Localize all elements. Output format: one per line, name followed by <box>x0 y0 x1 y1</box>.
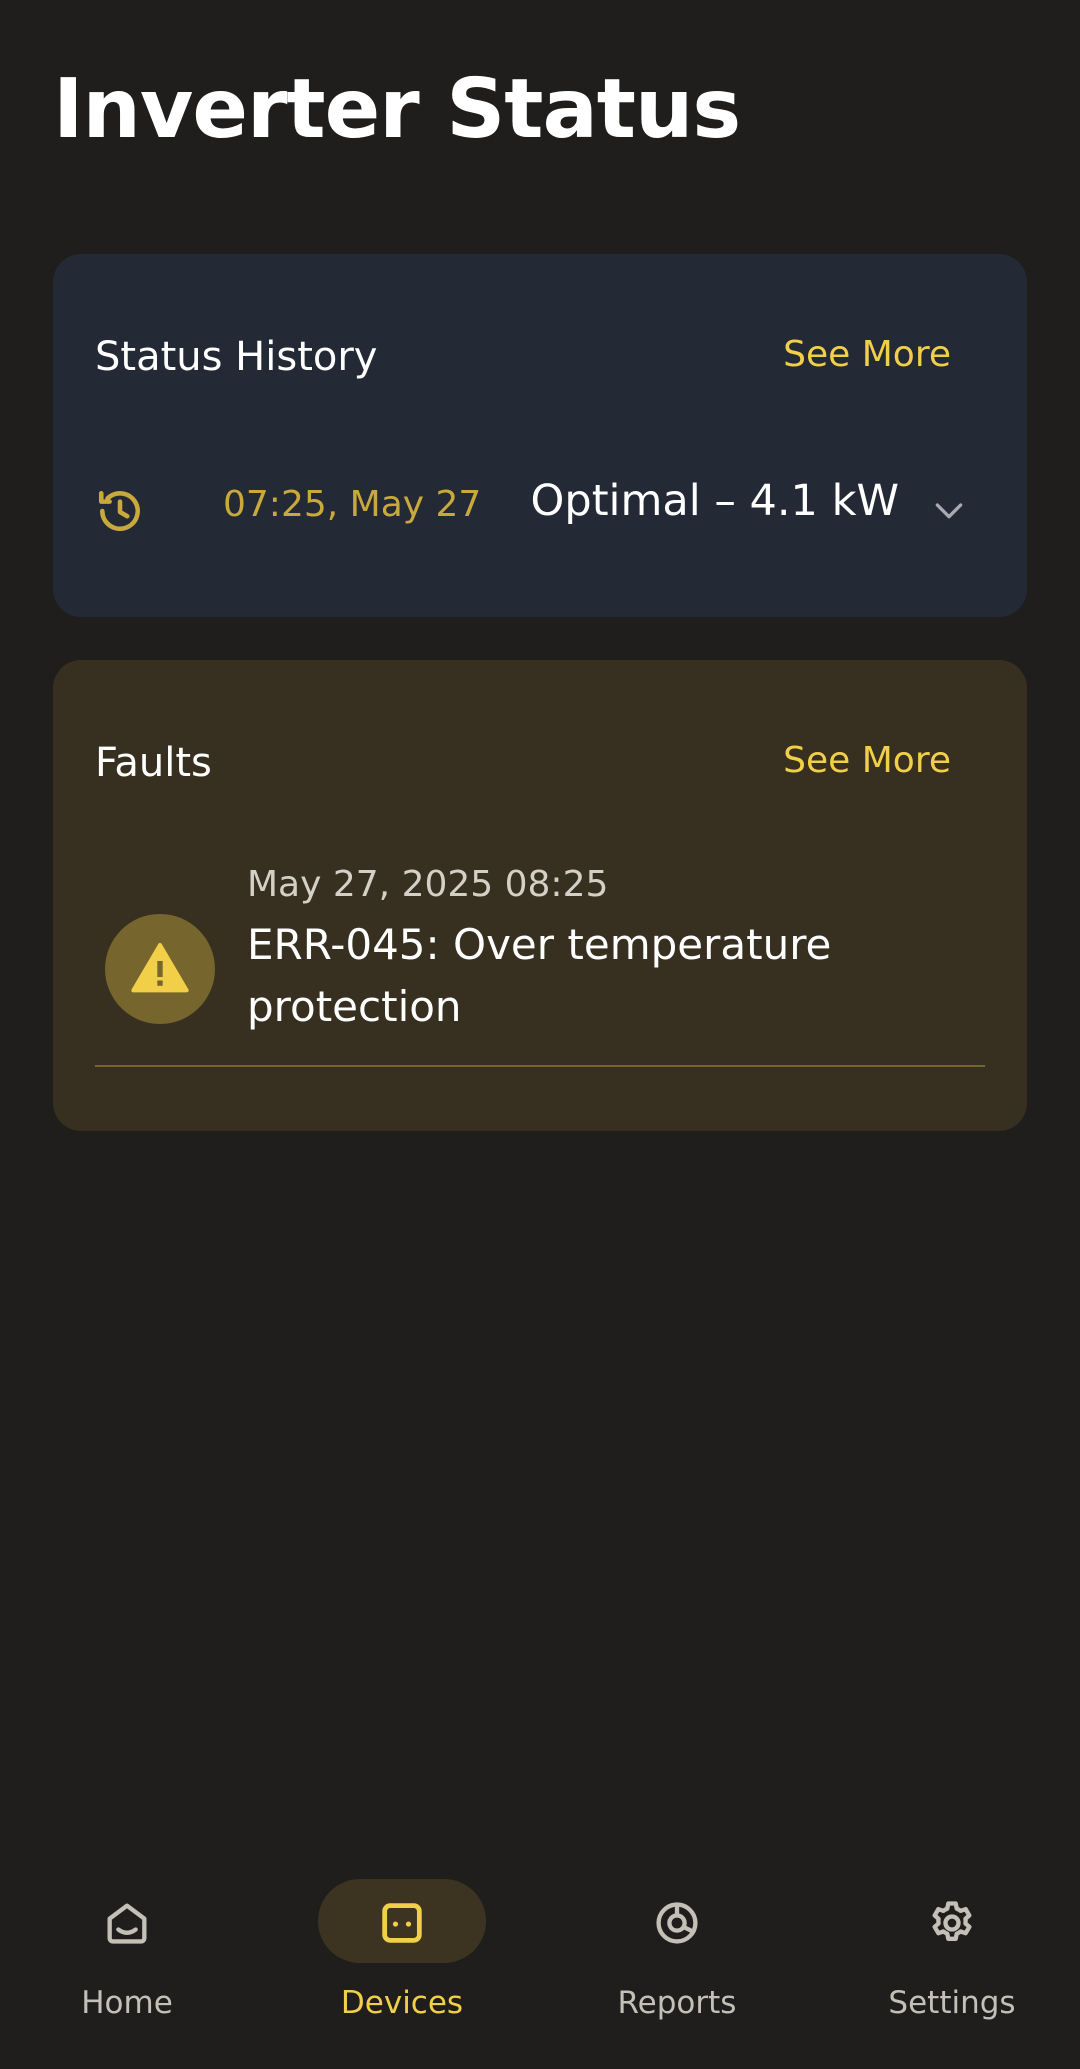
history-entry-status: Optimal – 4.1 kW <box>530 476 899 526</box>
gear-icon <box>932 1901 972 1941</box>
faults-card: Faults See More May 27, 2025 08:25 ERR-0… <box>53 660 1027 1131</box>
status-history-title: Status History <box>95 334 378 380</box>
nav-item-settings[interactable]: Settings <box>852 1879 1052 2069</box>
nav-label-settings: Settings <box>888 1985 1016 2021</box>
fault-date: May 27, 2025 08:25 <box>247 864 609 905</box>
nav-label-reports: Reports <box>617 1985 737 2021</box>
bottom-nav: Home Devices Reports Settings <box>0 1879 1080 2069</box>
nav-label-devices: Devices <box>340 1985 464 2021</box>
page-title: Inverter Status <box>53 62 741 157</box>
chevron-down-icon[interactable] <box>929 490 969 530</box>
fault-message: ERR-045: Over temperature protection <box>247 920 832 1031</box>
fault-divider <box>95 1065 985 1067</box>
status-history-entry[interactable]: 07:25, May 27 Optimal – 4.1 kW <box>95 474 975 544</box>
status-history-see-more-link[interactable]: See More <box>783 334 951 375</box>
history-icon <box>98 491 140 532</box>
fault-list-item[interactable]: May 27, 2025 08:25 ERR-045: Over tempera… <box>95 860 985 1070</box>
status-history-card: Status History See More 07:25, May 27 Op… <box>53 254 1027 617</box>
nav-item-reports[interactable]: Reports <box>577 1879 777 2069</box>
faults-see-more-link[interactable]: See More <box>783 740 951 781</box>
devices-icon <box>382 1903 422 1943</box>
home-icon <box>107 1903 147 1944</box>
faults-title: Faults <box>95 740 212 786</box>
history-entry-time: 07:25, May 27 <box>223 484 482 525</box>
warning-badge <box>105 914 215 1024</box>
nav-item-home[interactable]: Home <box>27 1879 227 2069</box>
nav-item-devices[interactable]: Devices <box>302 1879 502 2069</box>
warning-icon <box>131 943 189 993</box>
nav-label-home: Home <box>81 1985 173 2021</box>
reports-icon <box>656 1902 698 1944</box>
